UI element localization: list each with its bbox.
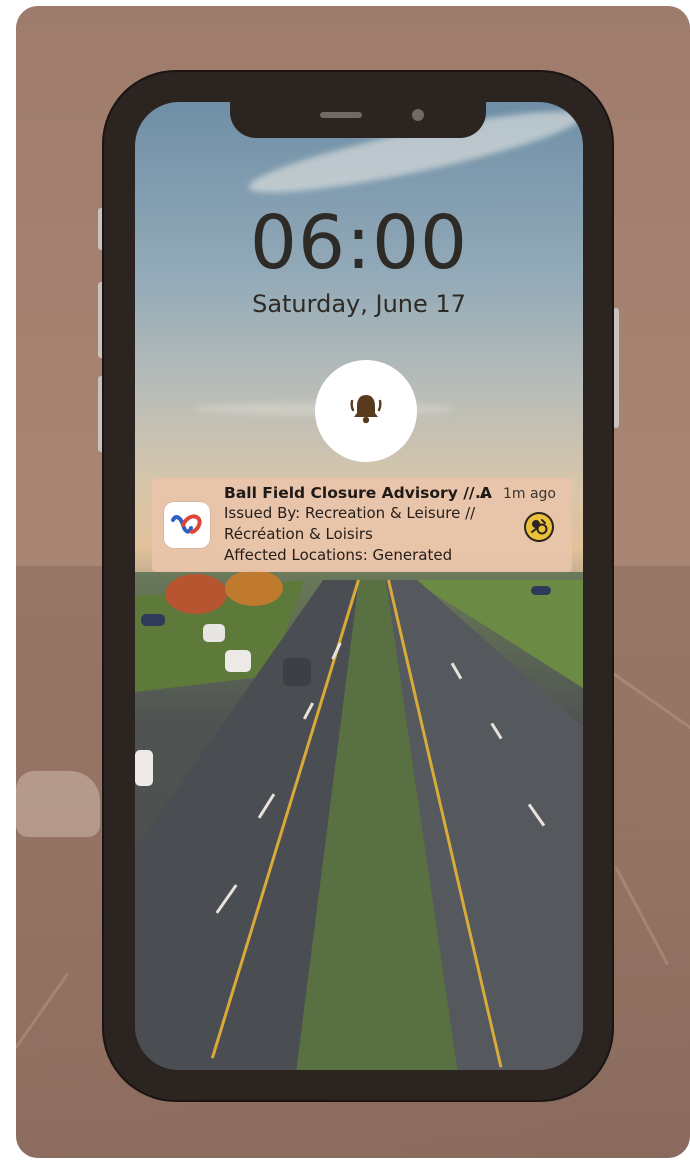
bell-icon [346, 389, 386, 433]
speaker [320, 112, 362, 118]
car [141, 614, 165, 626]
notification-locations: Affected Locations: Generated [224, 546, 453, 564]
front-camera [412, 109, 424, 121]
car [225, 650, 251, 672]
notification-time: 1m ago [502, 486, 556, 502]
car [531, 586, 551, 595]
notification-issuer-french: Récréation & Loisirs [224, 525, 373, 543]
notification-title-ellipsis: ... [475, 484, 493, 502]
lockscreen-time: 06:00 [249, 200, 469, 286]
notification-title: Ball Field Closure Advisory // A [224, 484, 492, 502]
tree [225, 570, 283, 606]
car [283, 658, 311, 686]
car [135, 750, 153, 786]
car [203, 624, 225, 642]
app-logo-icon [164, 502, 210, 548]
notification-issuer: Issued By: Recreation & Leisure // [224, 504, 476, 522]
lockscreen-date: Saturday, June 17 [252, 290, 466, 318]
recreation-badge-icon [524, 512, 554, 542]
background-car [16, 771, 100, 837]
notification-card[interactable]: Ball Field Closure Advisory // A ... 1m … [152, 478, 572, 572]
power-button [613, 308, 619, 428]
notch [230, 100, 486, 138]
notification-bell-button[interactable] [315, 360, 417, 462]
tree [165, 574, 227, 614]
